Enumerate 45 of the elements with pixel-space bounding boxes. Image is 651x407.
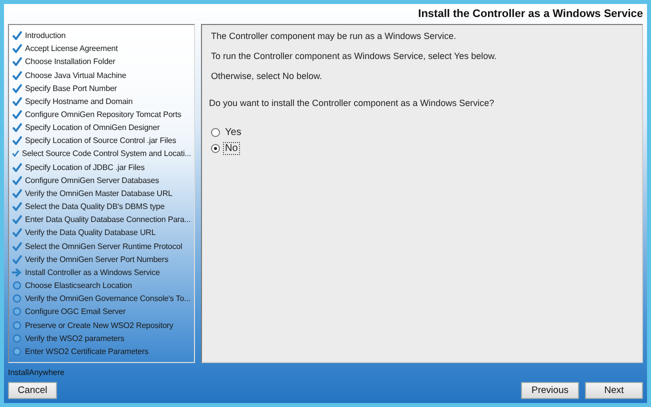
cancel-button[interactable]: Cancel: [8, 382, 57, 399]
circle-icon: [12, 346, 22, 356]
circle-icon: [12, 307, 22, 316]
step-label: Install Controller as a Windows Service: [25, 268, 160, 277]
step-label: Verify the OmniGen Governance Console's To...: [25, 294, 190, 304]
step-label: Introduction: [25, 31, 66, 40]
step-label: Verify the OmniGen Server Port Numbers: [25, 254, 168, 264]
radio-button[interactable]: [211, 144, 220, 152]
description-text: To run the Controller component as Windows Service, select Yes below.: [211, 50, 498, 62]
nav-button[interactable]: Previous: [521, 382, 579, 399]
step-label: Configure OmniGen Server Databases: [25, 176, 159, 185]
page-title: Install the Controller as a Windows Service: [417, 7, 643, 22]
step-label: Specify Base Port Number: [25, 84, 117, 93]
circle-icon: [12, 281, 22, 290]
step-label: Accept License Agreement: [25, 44, 118, 54]
step-label: Verify the OmniGen Master Database URL: [25, 188, 172, 198]
radio-label[interactable]: Yes: [224, 126, 242, 138]
step-label: Select the OmniGen Server Runtime Protocol: [25, 242, 182, 251]
step-label: Select the Data Quality DB's DBMS type: [25, 202, 165, 212]
step-label: Specify Hostname and Domain: [25, 96, 133, 106]
question-text: Do you want to install the Controller component as a Windows Service?: [209, 98, 496, 108]
step-label: Verify the Data Quality Database URL: [25, 228, 156, 238]
radio-label[interactable]: No: [224, 142, 239, 154]
step-label: Choose Elasticsearch Location: [25, 281, 132, 290]
step-label: Select Source Code Control System and Locati...: [22, 149, 191, 158]
step-label: Preserve or Create New WSO2 Repository: [25, 320, 174, 330]
circle-icon: [12, 294, 22, 304]
circle-icon: [12, 320, 22, 330]
nav-button[interactable]: Next: [585, 382, 643, 399]
step-label: Choose Java Virtual Machine: [25, 70, 126, 80]
arrow-icon: [12, 268, 22, 277]
step-label: Configure OmniGen Repository Tomcat Ports: [25, 110, 182, 120]
step-label: Choose Installation Folder: [25, 57, 116, 66]
step-label: Specify Location of Source Control .jar Files: [25, 136, 176, 146]
step-label: Specify Location of JDBC .jar Files: [25, 162, 145, 172]
circle-icon: [12, 334, 22, 343]
step-label: Enter Data Quality Database Connection Para...: [25, 215, 191, 224]
description-text: The Controller component may be run as a Windows Service.: [211, 30, 458, 42]
description-text: Otherwise, select No below.: [211, 70, 324, 82]
brand-label: InstallAnywhere: [8, 368, 66, 377]
step-label: Specify Location of OmniGen Designer: [25, 123, 160, 132]
radio-button[interactable]: [211, 128, 220, 136]
step-label: Enter WSO2 Certificate Parameters: [25, 346, 148, 356]
step-label: Verify the WSO2 parameters: [25, 334, 124, 343]
step-label: Configure OGC Email Server: [25, 307, 126, 316]
